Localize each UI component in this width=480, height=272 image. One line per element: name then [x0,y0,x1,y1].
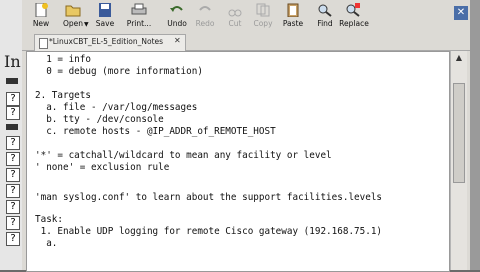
scroll-up-icon[interactable]: ▲ [453,53,465,65]
printer-icon [131,3,147,15]
editor-line: 1 = info [35,54,91,65]
help-icon: ? [6,216,20,230]
window-close-icon[interactable]: ✕ [454,6,468,20]
undo-icon [170,6,183,12]
print-label: Print... [126,19,152,28]
editor-line: 2. Targets [35,90,91,101]
close-icon[interactable]: ✕ [174,36,181,45]
help-icon: ? [6,136,20,150]
new-document-icon [35,3,48,17]
editor-line: c. remote hosts - @IP_ADDR_of_REMOTE_HOS… [35,126,276,137]
editor-line: 0 = debug (more information) [35,66,203,77]
redo-icon [199,6,211,11]
editor-line: Task: [35,214,63,225]
gedit-window: New Open ▼ Save Print... Undo Redo Cut C… [22,0,470,272]
help-icon: ? [6,200,20,214]
editor-line: 1. Enable UDP logging for remote Cisco g… [35,226,383,237]
tab-label: *LinuxCBT_EL-5_Edition_Notes [49,37,164,46]
replace-label: Replace [339,19,369,28]
save-icon [99,3,111,17]
print-button[interactable]: Print... [120,0,158,32]
help-icon: ? [6,92,20,106]
clipboard-icon [287,3,299,17]
replace-icon [346,3,360,17]
editor-line: ' none' = exclusion rule [35,162,170,173]
document-icon [39,38,48,49]
magnifier-icon [318,4,332,17]
tab-bar: *LinuxCBT_EL-5_Edition_Notes ✕ [22,32,470,51]
help-icon: ? [6,168,20,182]
text-editor[interactable]: 1 = info 0 = debug (more information) 2.… [26,51,450,272]
tab-document[interactable]: *LinuxCBT_EL-5_Edition_Notes ✕ [34,34,186,51]
editor-line: b. tty - /dev/console [35,114,164,125]
copy-icon [256,3,270,17]
help-icon: ? [6,106,20,120]
help-icon: ? [6,184,20,198]
editor-line: 'man syslog.conf' to learn about the sup… [35,192,383,203]
pen-icon [6,124,18,130]
editor-line: a. [35,238,58,249]
editor-line: '*' = catchall/wildcard to mean any faci… [35,150,332,161]
save-button[interactable]: Save [86,0,124,32]
pen-icon [6,78,18,84]
toolbar: New Open ▼ Save Print... Undo Redo Cut C… [22,0,470,32]
vertical-scrollbar[interactable]: ▲ [450,51,467,270]
desktop-edge [470,0,480,270]
help-icon: ? [6,152,20,166]
editor-line: a. file - /var/log/messages [35,102,198,113]
replace-button[interactable]: Replace [334,0,374,32]
background-glyph: In [4,52,21,71]
help-icon: ? [6,232,20,246]
scissors-icon [228,9,242,17]
scrollbar-thumb[interactable] [453,83,465,183]
save-label: Save [95,19,115,28]
folder-open-icon [65,5,81,17]
